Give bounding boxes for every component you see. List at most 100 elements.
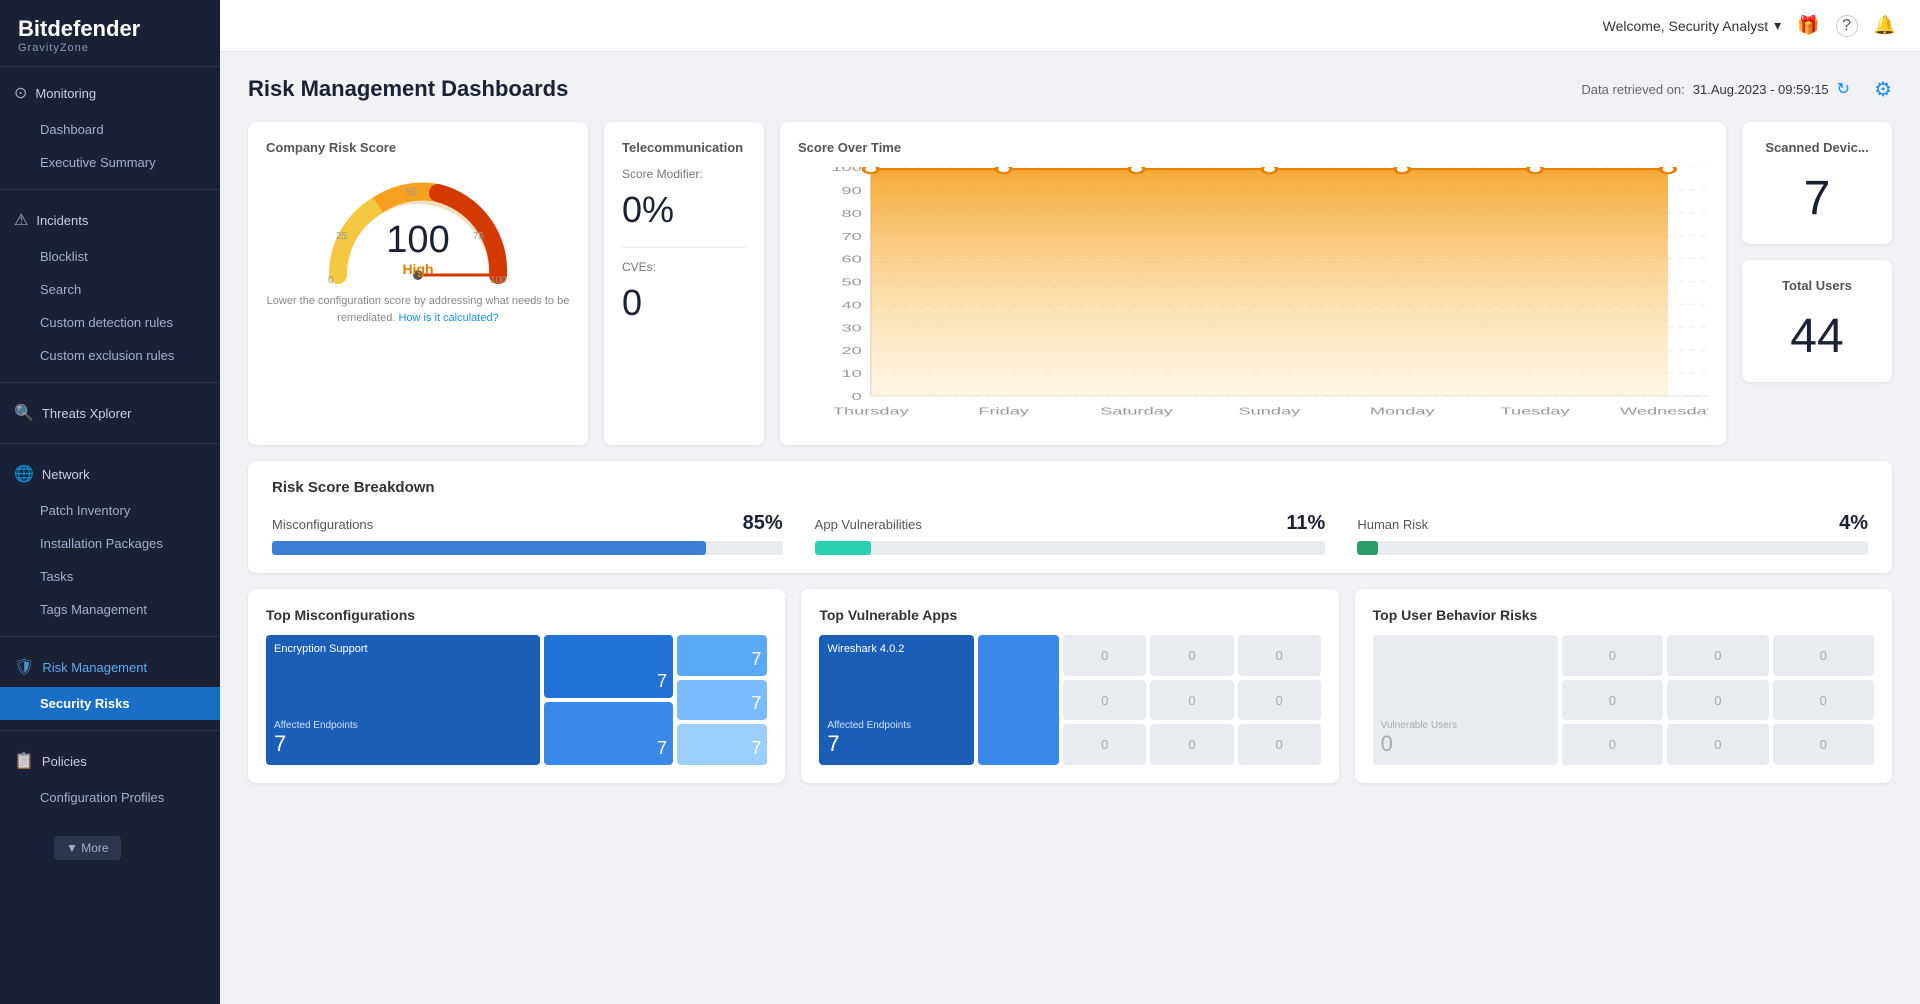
svg-text:Tuesday: Tuesday [1501,406,1571,417]
gauge-value: 100 High [386,221,449,277]
sidebar-group-risk-management[interactable]: 🛡 Risk Management [0,647,220,687]
brand-name: Bitdefender [18,16,202,42]
human-risk-pct: 4% [1839,512,1868,535]
misconfig-treemap: Encryption Support Affected Endpoints 7 … [266,635,767,765]
vulnapp-affected-value: 7 [827,731,966,757]
sidebar-group-policies[interactable]: 📋 Policies [0,741,220,781]
dropdown-arrow-icon: ▾ [1774,17,1781,34]
main-content: Welcome, Security Analyst ▾ 🎁 ? 🔔 Risk M… [220,0,1920,1004]
score-modifier-label: Score Modifier: [622,167,746,181]
svg-text:30: 30 [841,323,861,334]
top-user-behavior-title: Top User Behavior Risks [1373,607,1874,623]
misconfig-progress-fill [272,541,706,555]
breakdown-title: Risk Score Breakdown [272,479,1868,496]
vulnapp-affected-label: Affected Endpoints [827,720,966,731]
vulnerable-users-value: 0 [1381,731,1550,757]
svg-text:50: 50 [406,187,418,198]
breakdown-human-risk: Human Risk 4% [1357,512,1868,555]
score-over-time-card: Score Over Time [780,122,1726,445]
total-users-title: Total Users [1760,278,1874,293]
page-body: Risk Management Dashboards Data retrieve… [220,52,1920,1004]
network-icon: 🌐 [14,464,34,484]
sidebar-item-custom-detection[interactable]: Custom detection rules [0,306,220,339]
treemap-cell-2: 7 [544,635,673,698]
treemap-cell-main: Encryption Support Affected Endpoints 7 [266,635,540,765]
vulnapp-zeros-3: 0 0 0 [1238,635,1321,765]
gauge-description: Lower the configuration score by address… [266,293,570,326]
welcome-dropdown[interactable]: Welcome, Security Analyst ▾ [1603,17,1782,34]
cards-row-1: Company Risk Score 0 25 [248,122,1892,445]
help-icon[interactable]: ? [1836,15,1858,37]
sidebar-group-incidents[interactable]: ⚠ Incidents [0,200,220,240]
breakdown-items: Misconfigurations 85% App Vulnerabilitie… [272,512,1868,555]
sidebar-item-executive-summary[interactable]: Executive Summary [0,146,220,179]
bell-icon[interactable]: 🔔 [1874,15,1896,36]
scanned-devices-title: Scanned Devic... [1760,140,1874,155]
sidebar-item-security-risks[interactable]: Security Risks [0,687,220,720]
top-misconfigurations-card: Top Misconfigurations Encryption Support… [248,589,785,783]
top-misconfigurations-title: Top Misconfigurations [266,607,767,623]
score-modifier-value: 0% [622,189,746,231]
gauge-svg: 0 25 50 75 100 100 High [318,175,518,285]
vulnapps-treemap: Wireshark 4.0.2 Affected Endpoints 7 0 0… [819,635,1320,765]
sidebar-item-patch-inventory[interactable]: Patch Inventory [0,494,220,527]
how-calculated-link[interactable]: How is it calculated? [398,312,498,324]
svg-text:Sunday: Sunday [1239,406,1301,417]
user-behavior-zeros: 0 0 0 [1562,635,1663,765]
sidebar-group-threats[interactable]: 🔍 Threats Xplorer [0,393,220,433]
app-vuln-pct: 11% [1286,512,1325,535]
sidebar-item-search[interactable]: Search [0,273,220,306]
svg-text:20: 20 [841,346,861,357]
svg-text:Wednesday: Wednesday [1620,406,1708,417]
svg-text:25: 25 [336,231,348,242]
vulnapp-main-label: Wireshark 4.0.2 [827,643,966,655]
sidebar-group-network[interactable]: 🌐 Network [0,454,220,494]
sidebar-item-blocklist[interactable]: Blocklist [0,240,220,273]
cves-value: 0 [622,282,746,324]
bottom-row: Top Misconfigurations Encryption Support… [248,589,1892,783]
human-risk-label: Human Risk [1357,517,1428,532]
risk-management-icon: 🛡 [14,657,34,677]
user-behavior-treemap: Vulnerable Users 0 0 0 0 0 0 0 0 [1373,635,1874,765]
svg-text:90: 90 [841,186,861,197]
scanned-devices-card: Scanned Devic... 7 [1742,122,1892,244]
sidebar-item-custom-exclusion[interactable]: Custom exclusion rules [0,339,220,372]
settings-icon[interactable]: ⚙ [1874,77,1892,102]
sidebar-item-installation-packages[interactable]: Installation Packages [0,527,220,560]
refresh-icon[interactable]: ↻ [1837,79,1850,99]
sidebar-group-monitoring[interactable]: ⊙ Monitoring [0,73,220,113]
treemap-cell-main-label: Encryption Support [274,643,532,655]
welcome-text: Welcome, Security Analyst [1603,18,1768,34]
treemap-right-col: 7 7 [544,635,673,765]
sidebar-item-config-profiles[interactable]: Configuration Profiles [0,781,220,814]
sidebar-item-dashboard[interactable]: Dashboard [0,113,220,146]
gift-icon[interactable]: 🎁 [1797,15,1819,36]
treemap-right-col-2: 7 7 7 [677,635,767,765]
more-button[interactable]: ▼ More [54,836,121,860]
svg-text:75: 75 [473,231,485,242]
company-risk-score-card: Company Risk Score 0 25 [248,122,588,445]
company-risk-score-title: Company Risk Score [266,140,570,155]
svg-text:Thursday: Thursday [833,406,910,417]
misconfig-pct: 85% [743,512,783,535]
score-over-time-chart: 100 90 80 70 60 50 40 30 20 10 0 [798,167,1708,427]
sidebar-item-tags-management[interactable]: Tags Management [0,593,220,626]
svg-text:100: 100 [831,167,861,174]
top-vulnerable-apps-title: Top Vulnerable Apps [819,607,1320,623]
sidebar-item-tasks[interactable]: Tasks [0,560,220,593]
telecom-title: Telecommunication [622,140,746,155]
app-vuln-progress-fill [815,541,871,555]
svg-text:0: 0 [852,392,862,403]
gauge-container: 0 25 50 75 100 100 High [266,167,570,330]
data-retrieved-label: Data retrieved on: [1581,82,1684,97]
top-user-behavior-card: Top User Behavior Risks Vulnerable Users… [1355,589,1892,783]
user-behavior-zeros-2: 0 0 0 [1667,635,1768,765]
vulnapp-cell-main: Wireshark 4.0.2 Affected Endpoints 7 [819,635,974,765]
policies-icon: 📋 [14,751,34,771]
sidebar-group-policies-label: Policies [42,754,87,769]
user-behavior-zeros-3: 0 0 0 [1773,635,1874,765]
app-vuln-label: App Vulnerabilities [815,517,922,532]
threats-icon: 🔍 [14,403,34,423]
gauge-number: 100 [386,221,449,259]
telecom-card: Telecommunication Score Modifier: 0% CVE… [604,122,764,445]
